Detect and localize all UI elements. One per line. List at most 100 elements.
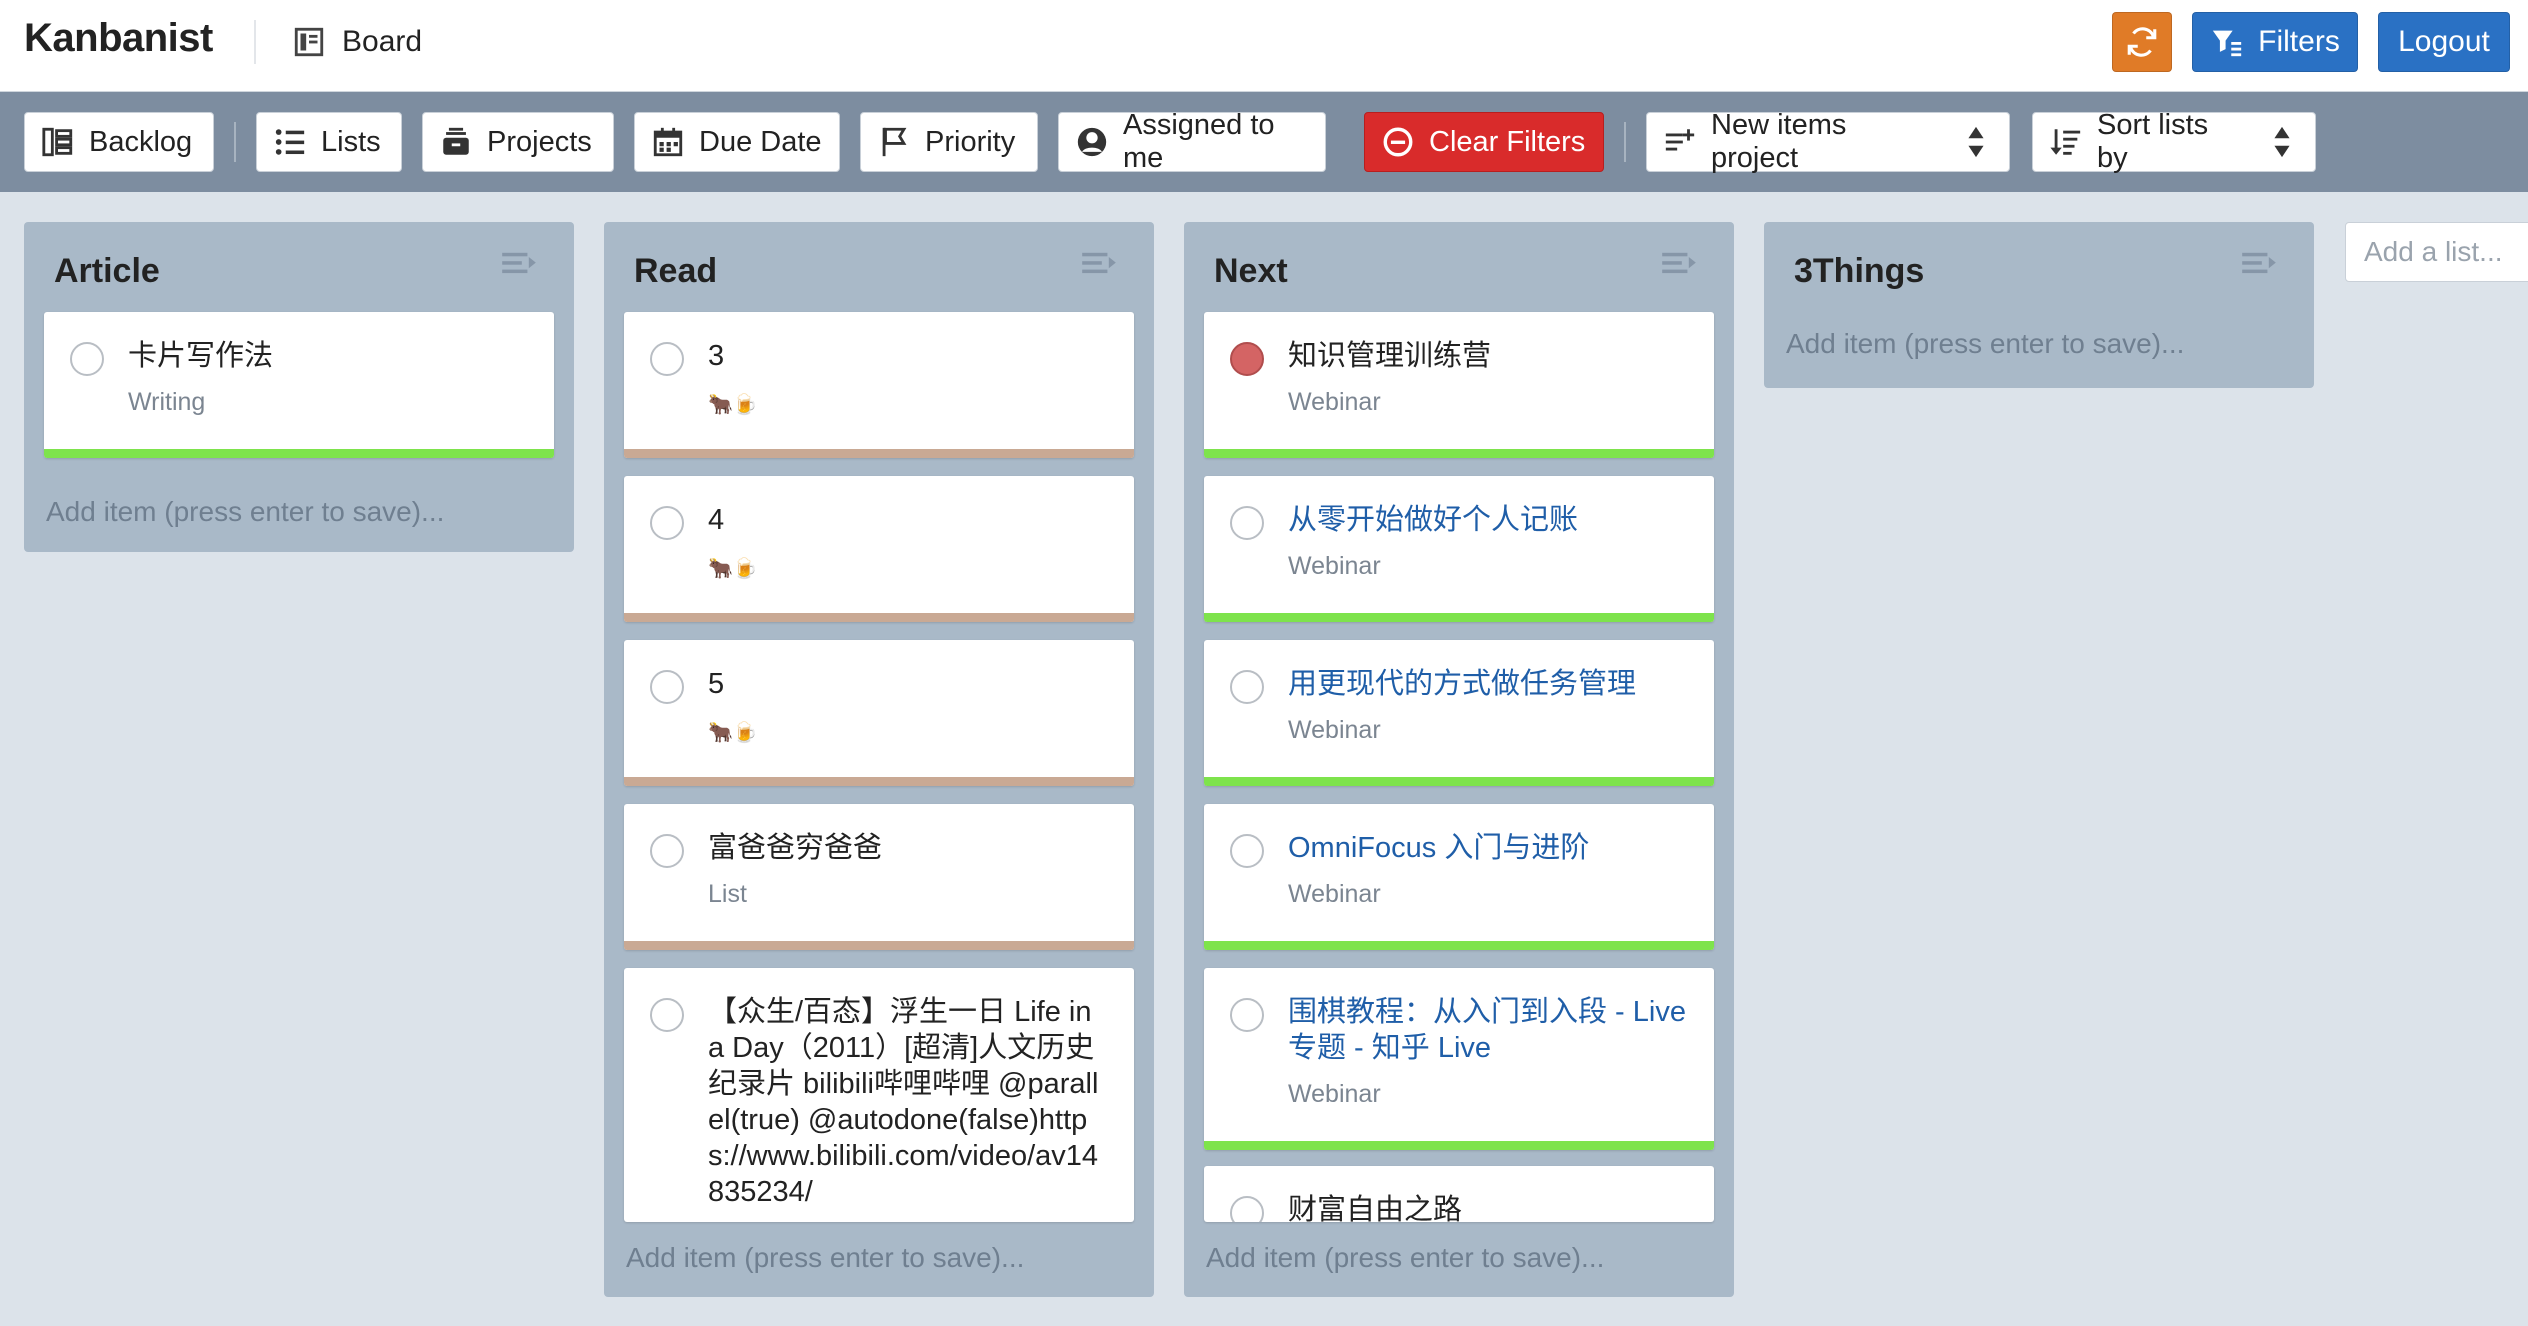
list-menu-icon[interactable] [1082,250,1116,278]
top-bar: Kanbanist Board Filters Logout [0,0,2528,92]
card-color-bar [1204,941,1714,950]
complete-checkbox[interactable] [70,342,104,376]
complete-checkbox[interactable] [1230,506,1264,540]
card[interactable]: 财富自由之路 [1204,1166,1714,1222]
list-title: 3Things [1794,252,1925,290]
list-3things: 3Things Add item (press enter to save)..… [1764,222,2314,388]
card-title: 卡片写作法 [128,340,274,372]
refresh-icon [2127,27,2157,57]
list-title: Read [634,252,718,290]
sync-button[interactable] [2112,12,2172,72]
card-title: 5 [708,668,725,700]
select-arrows-icon [1968,126,1984,158]
projects-label: Projects [487,125,592,158]
new-items-project-select[interactable]: New items project [1646,109,2010,174]
card-color-bar [624,613,1134,622]
lists-label: Lists [321,125,381,158]
clear-filters-label: Clear Filters [1429,125,1586,158]
priority-button[interactable]: Priority [860,112,1038,172]
archive-icon [443,127,469,155]
list-article: Article 卡片写作法 Writing Add item (press en… [24,222,574,552]
card[interactable]: 富爸爸穷爸爸 List [624,804,1134,950]
new-items-project-label: New items project [1711,109,1847,174]
complete-checkbox[interactable] [650,834,684,868]
complete-checkbox[interactable] [1230,834,1264,868]
add-item-input[interactable]: Add item (press enter to save)... [1206,1242,1604,1274]
sort-lists-label: Sort lists by [2097,109,2209,174]
list-title: Article [54,252,160,290]
card[interactable]: 5 🐂🍺 [624,640,1134,786]
card[interactable]: 4 🐂🍺 [624,476,1134,622]
card-title-link[interactable]: OmniFocus 入门与进阶 [1288,830,1690,866]
card-color-bar [624,777,1134,786]
filters-label: Filters [2258,25,2340,58]
complete-checkbox[interactable] [650,342,684,376]
assigned-label: Assigned to me [1123,109,1275,174]
card-title-link[interactable]: 用更现代的方式做任务管理 [1288,666,1690,702]
card-title: 4 [708,504,725,536]
list-menu-icon[interactable] [1662,250,1696,278]
assigned-to-me-button[interactable]: Assigned to me [1058,109,1326,174]
filters-button[interactable]: Filters [2192,12,2358,72]
card-color-bar [624,941,1134,950]
card[interactable]: 从零开始做好个人记账 Webinar [1204,476,1714,622]
complete-checkbox[interactable] [1230,670,1264,704]
card[interactable]: 知识管理训练营 Webinar [1204,312,1714,458]
flag-icon [882,127,907,157]
list-icon [275,129,305,155]
lists-button[interactable]: Lists [256,112,402,172]
card-project: Writing [128,388,206,416]
complete-checkbox[interactable] [1230,998,1264,1032]
clear-filters-button[interactable]: Clear Filters [1364,112,1604,172]
add-item-input[interactable]: Add item (press enter to save)... [1786,328,2184,360]
board-nav-link[interactable]: Board [292,18,422,66]
board-icon [294,27,324,57]
complete-checkbox[interactable] [650,506,684,540]
list-menu-icon[interactable] [2242,250,2276,278]
card[interactable]: OmniFocus 入门与进阶 Webinar [1204,804,1714,950]
add-item-input[interactable]: Add item (press enter to save)... [46,496,444,528]
toolbar-divider [234,122,236,162]
complete-checkbox[interactable] [650,670,684,704]
card-title-link[interactable]: 从零开始做好个人记账 [1288,502,1690,538]
card-color-bar [1204,1141,1714,1150]
add-list-icon [1665,129,1695,151]
card[interactable]: 卡片写作法 Writing [44,312,554,458]
calendar-icon [653,127,683,157]
minus-circle-icon [1383,127,1413,157]
card-project: Webinar [1288,552,1381,580]
card[interactable]: 3 🐂🍺 [624,312,1134,458]
list-next: Next 知识管理训练营 Webinar 从零开始做好个人记账 Webinar … [1184,222,1734,1297]
card[interactable]: 用更现代的方式做任务管理 Webinar [1204,640,1714,786]
backlog-button[interactable]: Backlog [24,112,214,172]
board-label: Board [342,25,423,58]
add-item-input[interactable]: Add item (press enter to save)... [626,1242,1024,1274]
app-logo[interactable]: Kanbanist [24,16,213,61]
projects-button[interactable]: Projects [422,112,614,172]
list-title: Next [1214,252,1288,290]
add-list-input[interactable]: Add a list... [2345,222,2528,282]
select-arrows-icon [2274,126,2290,158]
due-date-button[interactable]: Due Date [634,112,840,172]
complete-checkbox[interactable] [1230,342,1264,376]
card-project: Webinar [1288,1080,1381,1108]
logout-button[interactable]: Logout [2378,12,2510,72]
card-color-bar [624,449,1134,458]
backlog-icon [42,127,73,157]
sort-lists-select[interactable]: Sort lists by [2032,109,2316,174]
card-title: 【众生/百态】浮生一日 Life in a Day（2011）[超清]人文历史纪… [708,996,1099,1208]
list-menu-icon[interactable] [502,250,536,278]
card-project: Webinar [1288,716,1381,744]
divider [254,20,256,64]
complete-checkbox[interactable] [650,998,684,1032]
card-labels: 🐂🍺 [708,558,758,580]
card[interactable]: 【众生/百态】浮生一日 Life in a Day（2011）[超清]人文历史纪… [624,968,1134,1222]
backlog-label: Backlog [89,125,193,158]
list-read: Read 3 🐂🍺 4 🐂🍺 5 🐂🍺 富爸爸穷爸爸 List 【众生/百态】浮… [604,222,1154,1297]
card-title-link[interactable]: 围棋教程：从入门到入段 - Live 专题 - 知乎 Live [1288,994,1690,1066]
sort-icon [2050,129,2081,155]
card[interactable]: 围棋教程：从入门到入段 - Live 专题 - 知乎 Live Webinar [1204,968,1714,1150]
card-project: List [708,880,747,908]
card-color-bar [44,449,554,458]
complete-checkbox[interactable] [1230,1196,1264,1222]
